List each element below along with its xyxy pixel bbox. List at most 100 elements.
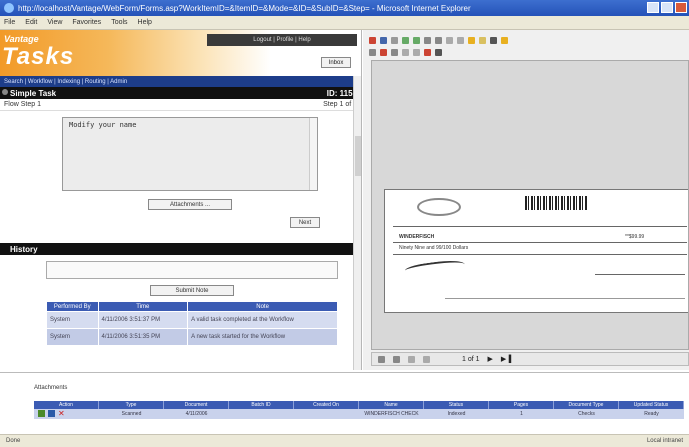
redact-icon[interactable] <box>490 36 497 44</box>
instruction-text: Modify your name <box>69 121 137 129</box>
step-row: Flow Step 1 Step 1 of 2 <box>0 99 361 111</box>
viewer-toolbar <box>363 34 689 46</box>
prev-page-icon[interactable] <box>393 355 400 363</box>
scroll-thumb[interactable] <box>355 136 361 176</box>
window-titlebar: http://localhost/Vantage/WebForm/Forms.a… <box>0 0 689 16</box>
table-cell: 4/11/2006 <box>185 411 208 417</box>
print-icon[interactable] <box>369 36 376 44</box>
zoom-out-icon[interactable] <box>413 36 420 44</box>
brand-logo: Tasks <box>2 43 75 70</box>
row-actions: ✕ <box>38 410 65 418</box>
fit-icon[interactable] <box>424 36 431 44</box>
table-row[interactable]: Scanned 4/11/2006 WINDERFISCH CHECK Inde… <box>34 409 684 419</box>
note-icon[interactable] <box>479 36 486 44</box>
bullet-icon <box>2 88 8 95</box>
check-amount-words: Ninety Nine and 99/100 Dollars <box>399 245 469 251</box>
next-button[interactable]: Next <box>290 217 320 228</box>
inbox-button[interactable]: Inbox <box>321 57 351 68</box>
table-cell: A valid task completed at the Workflow <box>187 311 338 329</box>
view-icon[interactable] <box>38 410 45 417</box>
task-form: Modify your name Attachments ... Next <box>0 111 361 243</box>
column-header: Action <box>34 401 99 409</box>
check-payee: WINDERFISCH <box>399 234 435 240</box>
signature <box>404 257 466 279</box>
task-header: Simple Task ID: 1151 <box>0 87 361 99</box>
next-page-icon[interactable]: ▶ <box>488 355 493 363</box>
menu-view[interactable]: View <box>47 19 62 26</box>
maximize-button[interactable] <box>661 2 673 13</box>
ellipse-icon[interactable] <box>413 48 420 56</box>
zoom-in-icon[interactable] <box>402 36 409 44</box>
attachments-label: Attachments <box>34 385 68 391</box>
user-links[interactable]: Logout | Profile | Help <box>207 34 357 46</box>
task-pane-scrollbar[interactable] <box>353 76 361 370</box>
instruction-textarea[interactable]: Modify your name <box>62 117 318 191</box>
text-icon[interactable] <box>435 48 442 56</box>
edit-icon[interactable] <box>48 410 55 417</box>
table-row: System 4/11/2006 3:51:37 PM A valid task… <box>46 311 338 329</box>
task-pane: Vantage Tasks Logout | Profile | Help In… <box>0 30 362 371</box>
textarea-scrollbar[interactable] <box>309 118 317 190</box>
page-icon[interactable] <box>457 36 464 44</box>
history-table: Performed By Time Note System 4/11/2006 … <box>46 301 338 346</box>
nav-bar[interactable]: Search | Workflow | Indexing | Routing |… <box>0 76 361 87</box>
delete-icon[interactable]: ✕ <box>58 410 65 418</box>
annotation-toolbar <box>363 46 689 58</box>
document-viewer[interactable]: WINDERFISCH **$99.99 Ninety Nine and 99/… <box>371 60 689 350</box>
close-button[interactable] <box>675 2 687 13</box>
step-name: Flow Step 1 <box>4 101 41 108</box>
save-icon[interactable] <box>380 36 387 44</box>
table-cell: A new task started for the Workflow <box>187 328 338 346</box>
table-cell: 1 <box>520 411 523 417</box>
highlight-icon[interactable] <box>468 36 475 44</box>
arrow-icon[interactable] <box>369 48 376 56</box>
marker-icon[interactable] <box>424 48 431 56</box>
attachments-header: Action Type Document Batch ID Created On… <box>34 401 684 409</box>
menu-tools[interactable]: Tools <box>111 19 127 26</box>
history-panel: Submit Note Performed By Time Note Syste… <box>0 255 361 371</box>
table-cell: 4/11/2006 3:51:37 PM <box>97 311 189 329</box>
column-header: Performed By <box>46 301 99 312</box>
column-header: Pages <box>489 401 554 409</box>
status-text: Done <box>6 438 21 444</box>
minimize-button[interactable] <box>647 2 659 13</box>
stamp-icon[interactable] <box>501 36 508 44</box>
first-page-icon[interactable] <box>378 355 385 363</box>
pen-icon[interactable] <box>380 48 387 56</box>
column-header: Status <box>424 401 489 409</box>
last-page-icon[interactable]: ▶▐ <box>501 355 511 363</box>
check-line <box>393 226 687 227</box>
submit-note-button[interactable]: Submit Note <box>150 285 234 296</box>
page-counter: 1 of 1 <box>462 355 480 363</box>
micr-line <box>445 298 685 299</box>
menu-edit[interactable]: Edit <box>25 19 37 26</box>
ie-icon <box>4 3 14 13</box>
viewer-navigation: 1 of 1 ▶ ▶▐ <box>371 352 689 366</box>
zone-text: Local intranet <box>646 438 683 444</box>
menu-favorites[interactable]: Favorites <box>72 19 101 26</box>
fit-width-icon[interactable] <box>423 355 430 363</box>
attachments-button[interactable]: Attachments ... <box>148 199 232 210</box>
thumbnail-icon[interactable] <box>408 355 415 363</box>
note-input[interactable] <box>46 261 338 279</box>
copy-icon[interactable] <box>391 36 398 44</box>
column-header: Batch ID <box>229 401 294 409</box>
attachments-panel: Attachments Action Type Document Batch I… <box>0 372 689 434</box>
table-cell: 4/11/2006 3:51:35 PM <box>97 328 189 346</box>
menu-help[interactable]: Help <box>138 19 152 26</box>
bank-logo <box>417 198 461 216</box>
history-header: History <box>0 243 361 255</box>
table-cell: System <box>46 311 99 329</box>
menubar: File Edit View Favorites Tools Help <box>0 16 689 30</box>
menu-file[interactable]: File <box>4 19 15 26</box>
page-icon[interactable] <box>446 36 453 44</box>
rectangle-icon[interactable] <box>402 48 409 56</box>
column-header: Document <box>164 401 229 409</box>
viewer-pane: WINDERFISCH **$99.99 Ninety Nine and 99/… <box>363 30 689 370</box>
table-row: System 4/11/2006 3:51:35 PM A new task s… <box>46 328 338 346</box>
line-icon[interactable] <box>391 48 398 56</box>
window-title: http://localhost/Vantage/WebForm/Forms.a… <box>18 3 471 13</box>
rotate-icon[interactable] <box>435 36 442 44</box>
check-image: WINDERFISCH **$99.99 Ninety Nine and 99/… <box>384 189 688 313</box>
statusbar: Done Local intranet <box>0 434 689 447</box>
